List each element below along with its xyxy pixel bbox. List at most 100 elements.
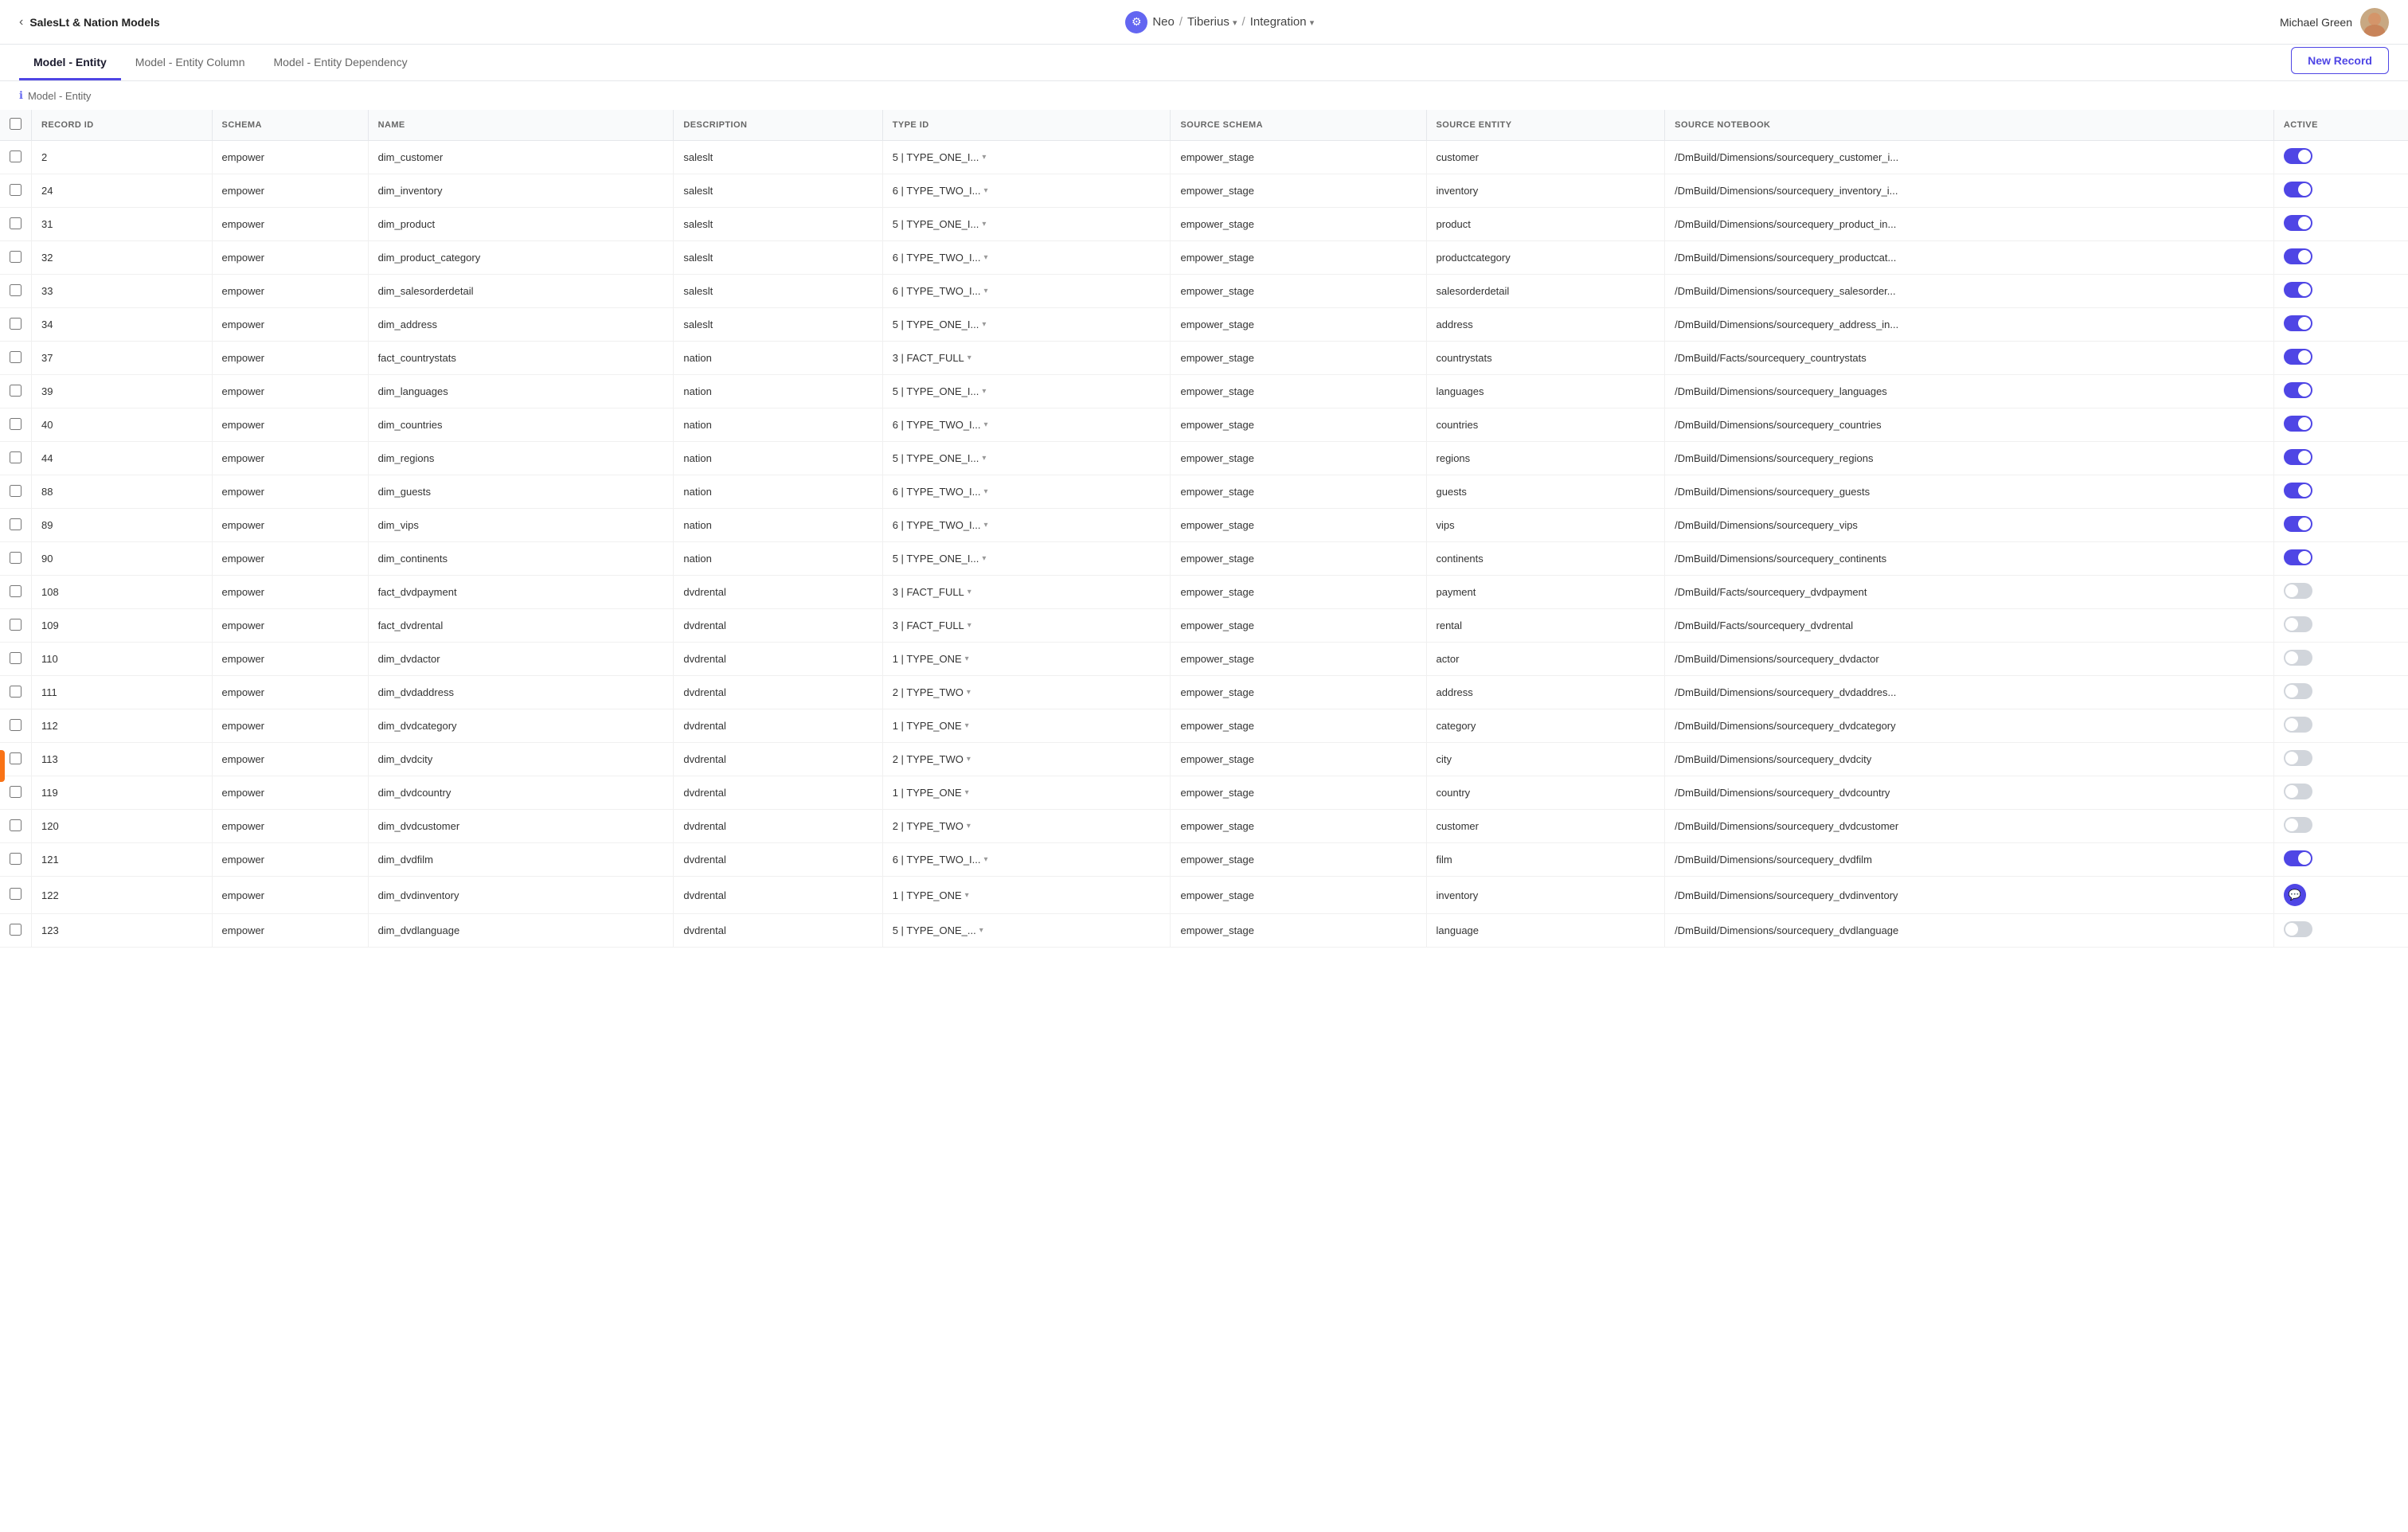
type-dropdown-icon[interactable]: ▾ xyxy=(982,554,986,563)
active-toggle[interactable] xyxy=(2284,516,2312,532)
cell-type-id[interactable]: 5 | TYPE_ONE_I...▾ xyxy=(882,208,1171,241)
type-dropdown-icon[interactable]: ▾ xyxy=(979,926,983,935)
active-toggle[interactable] xyxy=(2284,349,2312,365)
row-checkbox[interactable] xyxy=(10,217,22,229)
cell-type-id[interactable]: 5 | TYPE_ONE_I...▾ xyxy=(882,542,1171,576)
cell-type-id[interactable]: 5 | TYPE_ONE_I...▾ xyxy=(882,141,1171,174)
cell-active[interactable] xyxy=(2273,475,2408,509)
row-checkbox[interactable] xyxy=(10,485,22,497)
type-dropdown-icon[interactable]: ▾ xyxy=(984,855,988,864)
row-checkbox[interactable] xyxy=(10,385,22,397)
cell-active[interactable] xyxy=(2273,241,2408,275)
row-checkbox[interactable] xyxy=(10,251,22,263)
cell-active[interactable]: 💬 xyxy=(2273,877,2408,914)
avatar[interactable] xyxy=(2360,8,2389,37)
row-checkbox[interactable] xyxy=(10,351,22,363)
cell-type-id[interactable]: 1 | TYPE_ONE▾ xyxy=(882,776,1171,810)
cell-active[interactable] xyxy=(2273,743,2408,776)
active-toggle[interactable] xyxy=(2284,683,2312,699)
cell-active[interactable] xyxy=(2273,442,2408,475)
cell-type-id[interactable]: 5 | TYPE_ONE_I...▾ xyxy=(882,375,1171,408)
cell-type-id[interactable]: 3 | FACT_FULL▾ xyxy=(882,342,1171,375)
type-dropdown-icon[interactable]: ▾ xyxy=(965,788,969,797)
group-dropdown-icon[interactable]: ▾ xyxy=(1233,18,1237,28)
cell-active[interactable] xyxy=(2273,576,2408,609)
tab-model-entity[interactable]: Model - Entity xyxy=(19,45,121,80)
cell-type-id[interactable]: 6 | TYPE_TWO_I...▾ xyxy=(882,509,1171,542)
cell-type-id[interactable]: 5 | TYPE_ONE_...▾ xyxy=(882,914,1171,948)
select-all-checkbox[interactable] xyxy=(10,118,22,130)
row-checkbox[interactable] xyxy=(10,585,22,597)
row-checkbox[interactable] xyxy=(10,518,22,530)
active-toggle[interactable] xyxy=(2284,449,2312,465)
cell-type-id[interactable]: 2 | TYPE_TWO▾ xyxy=(882,810,1171,843)
active-toggle[interactable] xyxy=(2284,549,2312,565)
cell-active[interactable] xyxy=(2273,609,2408,643)
back-navigation[interactable]: ‹ SalesLt & Nation Models xyxy=(19,15,160,29)
group-label[interactable]: Tiberius ▾ xyxy=(1187,15,1237,29)
active-toggle[interactable] xyxy=(2284,583,2312,599)
active-toggle[interactable] xyxy=(2284,382,2312,398)
type-dropdown-icon[interactable]: ▾ xyxy=(982,153,986,162)
row-checkbox[interactable] xyxy=(10,752,22,764)
active-toggle[interactable] xyxy=(2284,148,2312,164)
cell-type-id[interactable]: 6 | TYPE_TWO_I...▾ xyxy=(882,275,1171,308)
row-checkbox[interactable] xyxy=(10,619,22,631)
type-dropdown-icon[interactable]: ▾ xyxy=(968,621,971,630)
type-dropdown-icon[interactable]: ▾ xyxy=(965,891,969,900)
cell-active[interactable] xyxy=(2273,509,2408,542)
row-checkbox[interactable] xyxy=(10,719,22,731)
tab-model-entity-dependency[interactable]: Model - Entity Dependency xyxy=(260,45,422,80)
type-dropdown-icon[interactable]: ▾ xyxy=(984,487,988,496)
row-checkbox[interactable] xyxy=(10,184,22,196)
row-checkbox[interactable] xyxy=(10,150,22,162)
cell-type-id[interactable]: 3 | FACT_FULL▾ xyxy=(882,609,1171,643)
active-toggle[interactable] xyxy=(2284,850,2312,866)
active-toggle[interactable] xyxy=(2284,750,2312,766)
type-dropdown-icon[interactable]: ▾ xyxy=(982,220,986,229)
cell-type-id[interactable]: 1 | TYPE_ONE▾ xyxy=(882,877,1171,914)
type-dropdown-icon[interactable]: ▾ xyxy=(982,454,986,463)
cell-active[interactable] xyxy=(2273,275,2408,308)
active-toggle[interactable] xyxy=(2284,215,2312,231)
row-checkbox[interactable] xyxy=(10,853,22,865)
cell-type-id[interactable]: 6 | TYPE_TWO_I...▾ xyxy=(882,475,1171,509)
chat-icon[interactable]: 💬 xyxy=(2284,884,2306,906)
type-dropdown-icon[interactable]: ▾ xyxy=(968,354,971,362)
type-dropdown-icon[interactable]: ▾ xyxy=(984,521,988,530)
tab-model-entity-column[interactable]: Model - Entity Column xyxy=(121,45,260,80)
cell-active[interactable] xyxy=(2273,810,2408,843)
cell-active[interactable] xyxy=(2273,375,2408,408)
row-checkbox[interactable] xyxy=(10,652,22,664)
row-checkbox[interactable] xyxy=(10,552,22,564)
cell-active[interactable] xyxy=(2273,843,2408,877)
active-toggle[interactable] xyxy=(2284,717,2312,733)
cell-type-id[interactable]: 6 | TYPE_TWO_I...▾ xyxy=(882,241,1171,275)
active-toggle[interactable] xyxy=(2284,817,2312,833)
cell-type-id[interactable]: 6 | TYPE_TWO_I...▾ xyxy=(882,408,1171,442)
active-toggle[interactable] xyxy=(2284,315,2312,331)
row-checkbox[interactable] xyxy=(10,786,22,798)
section-dropdown-icon[interactable]: ▾ xyxy=(1310,18,1315,28)
cell-active[interactable] xyxy=(2273,174,2408,208)
type-dropdown-icon[interactable]: ▾ xyxy=(984,253,988,262)
type-dropdown-icon[interactable]: ▾ xyxy=(967,755,971,764)
type-dropdown-icon[interactable]: ▾ xyxy=(965,655,969,663)
cell-type-id[interactable]: 6 | TYPE_TWO_I...▾ xyxy=(882,843,1171,877)
cell-type-id[interactable]: 3 | FACT_FULL▾ xyxy=(882,576,1171,609)
cell-active[interactable] xyxy=(2273,408,2408,442)
cell-active[interactable] xyxy=(2273,141,2408,174)
new-record-button[interactable]: New Record xyxy=(2291,47,2389,74)
type-dropdown-icon[interactable]: ▾ xyxy=(982,320,986,329)
cell-active[interactable] xyxy=(2273,342,2408,375)
active-toggle[interactable] xyxy=(2284,282,2312,298)
row-checkbox[interactable] xyxy=(10,924,22,936)
active-toggle[interactable] xyxy=(2284,182,2312,197)
cell-active[interactable] xyxy=(2273,542,2408,576)
type-dropdown-icon[interactable]: ▾ xyxy=(984,420,988,429)
type-dropdown-icon[interactable]: ▾ xyxy=(967,822,971,830)
active-toggle[interactable] xyxy=(2284,416,2312,432)
row-checkbox[interactable] xyxy=(10,819,22,831)
row-checkbox[interactable] xyxy=(10,284,22,296)
type-dropdown-icon[interactable]: ▾ xyxy=(984,186,988,195)
